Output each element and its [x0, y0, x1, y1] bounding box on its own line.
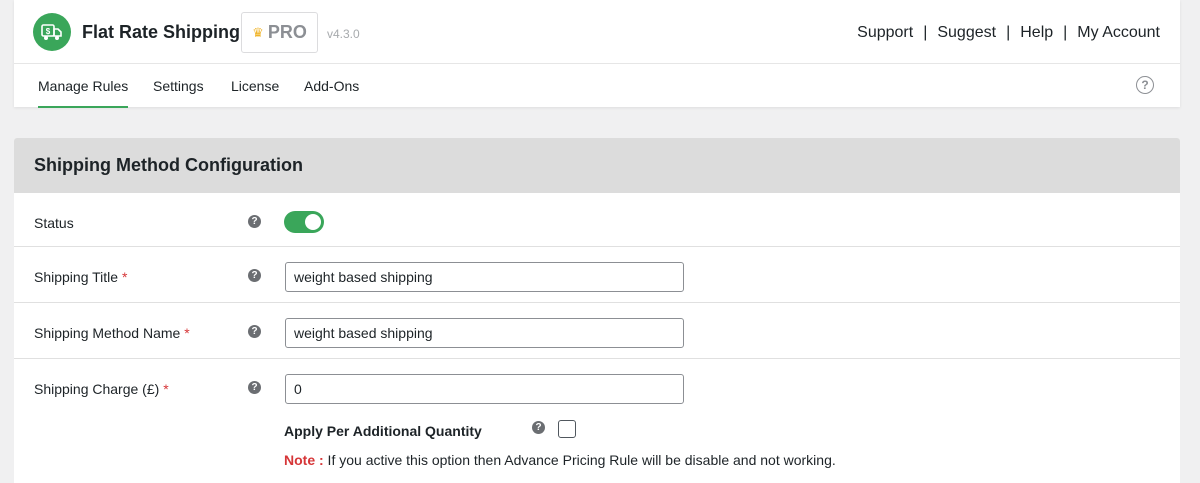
question-mark-icon[interactable]: ? [248, 269, 261, 282]
app-title: Flat Rate Shipping [82, 22, 241, 42]
link-separator: | [1063, 24, 1068, 41]
toggle-knob [305, 214, 321, 230]
note-label: Note : [284, 452, 324, 468]
question-mark-icon[interactable]: ? [248, 381, 261, 394]
question-mark-icon[interactable]: ? [248, 215, 261, 228]
status-toggle[interactable] [284, 211, 324, 233]
tab-nav: Manage Rules Settings License Add-Ons ? [14, 64, 1180, 108]
question-circle-icon[interactable]: ? [1136, 76, 1154, 94]
question-mark-icon[interactable]: ? [532, 421, 545, 434]
help-link[interactable]: Help [1020, 24, 1053, 42]
method-name-row: Shipping Method Name * ? [14, 303, 1180, 359]
method-name-label-text: Shipping Method Name [34, 325, 181, 341]
shipping-charge-input[interactable] [285, 374, 684, 404]
shipping-charge-row: Shipping Charge (£) * ? Apply Per Additi… [14, 359, 1180, 483]
top-links: Support | Suggest | Help | My Account [857, 24, 1160, 42]
tab-license[interactable]: License [231, 78, 279, 94]
status-row: Status ? [14, 193, 1180, 247]
apply-per-qty-checkbox[interactable] [558, 420, 576, 438]
shipping-title-label-text: Shipping Title [34, 269, 119, 285]
shipping-title-input[interactable] [285, 262, 684, 292]
panel-title: Shipping Method Configuration [14, 138, 1180, 193]
link-separator: | [923, 24, 928, 41]
method-name-label: Shipping Method Name * [34, 325, 190, 341]
link-separator: | [1006, 24, 1011, 41]
method-name-input[interactable] [285, 318, 684, 348]
shipping-title-row: Shipping Title * ? [14, 247, 1180, 303]
shipping-method-panel: Shipping Method Configuration Status ? S… [14, 138, 1180, 483]
support-link[interactable]: Support [857, 24, 913, 42]
svg-text:$: $ [46, 27, 51, 36]
note-text: Note : If you active this option then Ad… [284, 452, 836, 468]
shipping-charge-label: Shipping Charge (£) * [34, 381, 169, 397]
plugin-header-card: $ Flat Rate Shipping ♛ PRO v4.3.0 Suppor… [14, 0, 1180, 108]
tab-manage-rules[interactable]: Manage Rules [38, 78, 129, 108]
note-body: If you active this option then Advance P… [323, 452, 836, 468]
required-mark: * [184, 325, 190, 341]
version-label: v4.3.0 [327, 27, 360, 41]
question-mark-icon[interactable]: ? [248, 325, 261, 338]
pro-badge: ♛ PRO [241, 12, 318, 53]
tab-settings[interactable]: Settings [153, 78, 204, 94]
shipping-title-label: Shipping Title * [34, 269, 127, 285]
shipping-truck-icon: $ [33, 13, 71, 51]
crown-icon: ♛ [252, 24, 264, 40]
suggest-link[interactable]: Suggest [937, 24, 996, 42]
required-mark: * [121, 269, 128, 285]
required-mark: * [163, 381, 169, 397]
pro-label: PRO [267, 22, 307, 42]
tab-add-ons[interactable]: Add-Ons [304, 78, 359, 94]
status-label: Status [34, 215, 74, 231]
shipping-charge-label-text: Shipping Charge (£) [34, 381, 160, 397]
my-account-link[interactable]: My Account [1077, 24, 1160, 42]
header-bar: $ Flat Rate Shipping ♛ PRO v4.3.0 Suppor… [14, 0, 1180, 64]
apply-per-qty-label: Apply Per Additional Quantity [284, 423, 482, 439]
